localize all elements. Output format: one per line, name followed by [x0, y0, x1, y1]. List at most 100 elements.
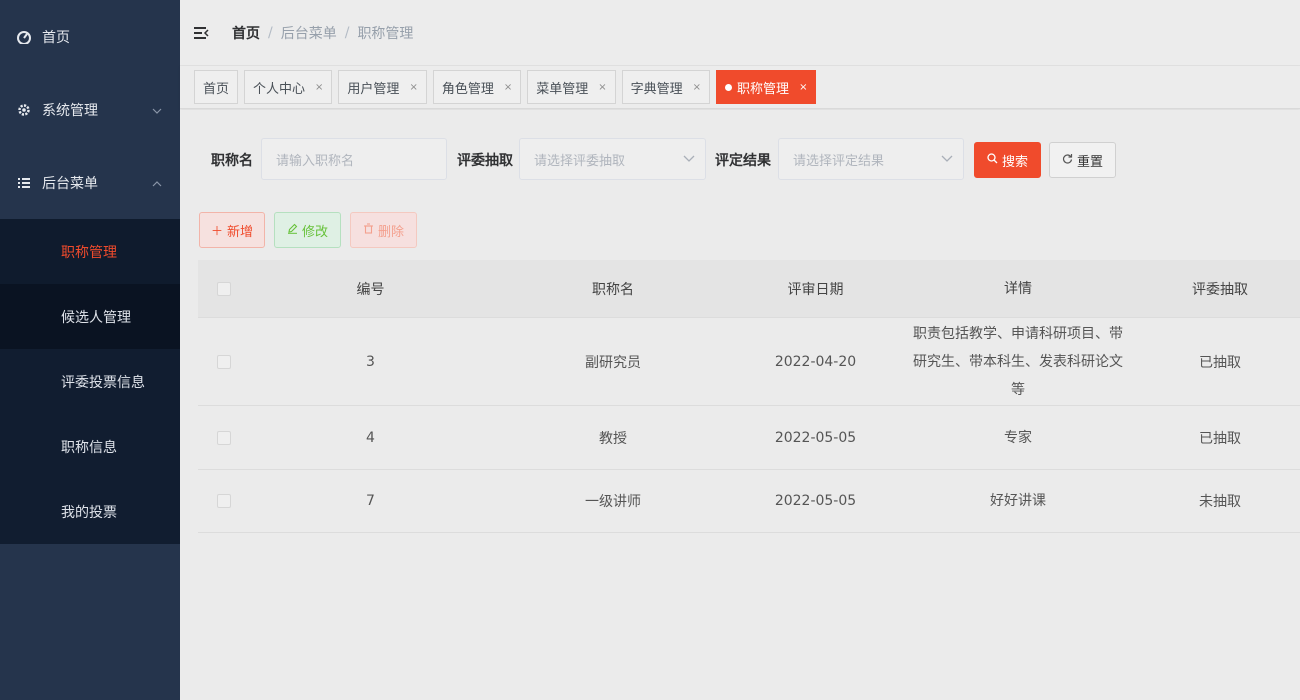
submenu: 职称管理 候选人管理 评委投票信息 职称信息 我的投票	[0, 219, 180, 544]
breadcrumb-item: 职称管理	[357, 25, 414, 42]
edit-button[interactable]: 修改	[274, 212, 341, 248]
tags-view-bar: 首页 个人中心 × 用户管理 × 角色管理 × 菜单管理 × 字典管理 × 职称…	[180, 66, 1300, 109]
table-row[interactable]: 7 一级讲师 2022-05-05 好好讲课 未抽取	[198, 470, 1300, 533]
judge-extract-select[interactable]: 请选择评委抽取	[519, 138, 706, 180]
column-header[interactable]: 评审日期	[735, 279, 896, 299]
close-icon[interactable]: ×	[409, 82, 417, 93]
cell-name: 副研究员	[585, 354, 641, 371]
result-select[interactable]: 请选择评定结果	[778, 138, 964, 180]
cell-status: 未抽取	[1199, 494, 1241, 510]
result-label: 评定结果	[715, 153, 771, 169]
select-all-checkbox[interactable]	[217, 281, 231, 296]
column-header[interactable]: 职称名	[491, 279, 735, 299]
chevron-up-icon	[152, 175, 162, 191]
chevron-down-icon	[941, 152, 953, 167]
tab-home[interactable]: 首页	[194, 70, 239, 104]
sidebar-subitem-candidate-management[interactable]: 候选人管理	[0, 284, 180, 349]
trash-icon	[363, 223, 374, 237]
add-button[interactable]: ＋ 新增	[199, 212, 265, 248]
edit-icon	[287, 223, 298, 237]
result-placeholder: 请选择评定结果	[793, 153, 885, 169]
breadcrumb-item[interactable]: 首页	[232, 23, 260, 43]
title-name-label: 职称名	[211, 153, 253, 169]
sidebar-subitem-title-management[interactable]: 职称管理	[0, 219, 180, 284]
search-button[interactable]: 搜索	[974, 142, 1041, 178]
sidebar-item-system[interactable]: 系统管理	[0, 73, 180, 146]
breadcrumb-item: 后台菜单	[280, 25, 337, 42]
title-name-input[interactable]: 请输入职称名	[261, 138, 447, 180]
sidebar-item-backend-menu[interactable]: 后台菜单	[0, 146, 180, 219]
cell-detail: 职责包括教学、申请科研项目、带研究生、带本科生、发表科研论文等	[913, 325, 1123, 398]
row-checkbox[interactable]	[217, 354, 231, 369]
cell-name: 一级讲师	[585, 494, 641, 510]
top-header: 首页 / 后台菜单 / 职称管理	[180, 0, 1300, 66]
table-header: 编号 职称名 评审日期 详情 评委抽取	[198, 260, 1300, 318]
column-header[interactable]: 编号	[250, 279, 491, 299]
plus-icon: ＋	[210, 223, 223, 238]
search-icon	[987, 153, 998, 167]
search-form: 职称名 请输入职称名 评委抽取 请选择评委抽取 评定结果 请选择评定结果 搜索	[180, 138, 1300, 182]
sidebar-item-home[interactable]: 首页	[0, 0, 180, 73]
close-icon[interactable]: ×	[504, 82, 512, 93]
judge-extract-label: 评委抽取	[457, 153, 513, 169]
reset-button[interactable]: 重置	[1049, 142, 1116, 178]
row-checkbox[interactable]	[217, 494, 231, 508]
menu-fold-icon[interactable]	[194, 23, 214, 43]
close-icon[interactable]: ×	[598, 82, 606, 93]
tab-label: 菜单管理	[536, 81, 589, 97]
add-button-label: 新增	[227, 224, 254, 240]
cell-id: 7	[366, 493, 375, 509]
active-dot-icon	[725, 83, 733, 91]
row-checkbox[interactable]	[217, 430, 231, 445]
close-icon[interactable]: ×	[693, 82, 701, 93]
tab-title-management[interactable]: 职称管理 ×	[716, 70, 817, 104]
tab-label: 职称管理	[737, 81, 790, 97]
dashboard-icon	[16, 29, 32, 45]
breadcrumb-separator: /	[268, 24, 273, 41]
tab-role-management[interactable]: 角色管理 ×	[432, 70, 522, 104]
table-row[interactable]: 3 副研究员 2022-04-20 职责包括教学、申请科研项目、带研究生、带本科…	[198, 318, 1300, 406]
breadcrumb: 首页 / 后台菜单 / 职称管理	[232, 23, 413, 43]
cell-date: 2022-05-05	[774, 429, 857, 446]
gear-icon	[16, 102, 32, 118]
refresh-icon	[1062, 153, 1073, 167]
tab-user-management[interactable]: 用户管理 ×	[338, 70, 427, 104]
close-icon[interactable]: ×	[315, 82, 323, 93]
sidebar-item-label: 后台菜单	[42, 175, 98, 192]
cell-id: 4	[366, 429, 375, 446]
tab-menu-management[interactable]: 菜单管理 ×	[527, 70, 616, 104]
table-row[interactable]: 4 教授 2022-05-05 专家 已抽取	[198, 406, 1300, 470]
sidebar-item-label: 首页	[42, 29, 70, 46]
tab-personal-center[interactable]: 个人中心 ×	[244, 70, 333, 104]
tab-label: 字典管理	[630, 81, 683, 97]
column-header[interactable]: 评委抽取	[1140, 279, 1300, 299]
cell-date: 2022-04-20	[774, 353, 857, 370]
tab-label: 用户管理	[347, 81, 400, 97]
tab-label: 个人中心	[253, 81, 306, 97]
cell-detail: 专家	[1004, 429, 1032, 446]
cell-detail: 好好讲课	[990, 493, 1046, 509]
cell-date: 2022-05-05	[774, 493, 857, 509]
reset-button-label: 重置	[1076, 154, 1103, 170]
delete-button[interactable]: 删除	[350, 212, 417, 248]
title-name-placeholder: 请输入职称名	[276, 153, 355, 169]
close-icon[interactable]: ×	[799, 82, 807, 93]
sidebar-subitem-my-votes[interactable]: 我的投票	[0, 479, 180, 544]
cell-status: 已抽取	[1199, 430, 1241, 447]
cell-id: 3	[366, 353, 375, 370]
sidebar: 首页 系统管理 后台菜单 职称管理 候选人管理 评委投票信息 职称信息 我的投票	[0, 0, 180, 700]
breadcrumb-separator: /	[344, 24, 350, 41]
title-table: 编号 职称名 评审日期 详情 评委抽取 3 副研究员 2022-04-20 职责…	[198, 260, 1300, 533]
sidebar-subitem-judge-votes[interactable]: 评委投票信息	[0, 349, 180, 414]
chevron-down-icon	[683, 152, 695, 167]
cell-name: 教授	[599, 430, 627, 447]
chevron-down-icon	[152, 102, 162, 118]
tab-dictionary-management[interactable]: 字典管理 ×	[621, 70, 711, 104]
list-icon	[16, 175, 32, 191]
sidebar-item-label: 系统管理	[42, 102, 98, 119]
delete-button-label: 删除	[377, 224, 404, 240]
sidebar-subitem-title-info[interactable]: 职称信息	[0, 414, 180, 479]
column-header[interactable]: 详情	[896, 275, 1140, 303]
judge-extract-placeholder: 请选择评委抽取	[534, 153, 626, 169]
cell-status: 已抽取	[1199, 354, 1241, 371]
